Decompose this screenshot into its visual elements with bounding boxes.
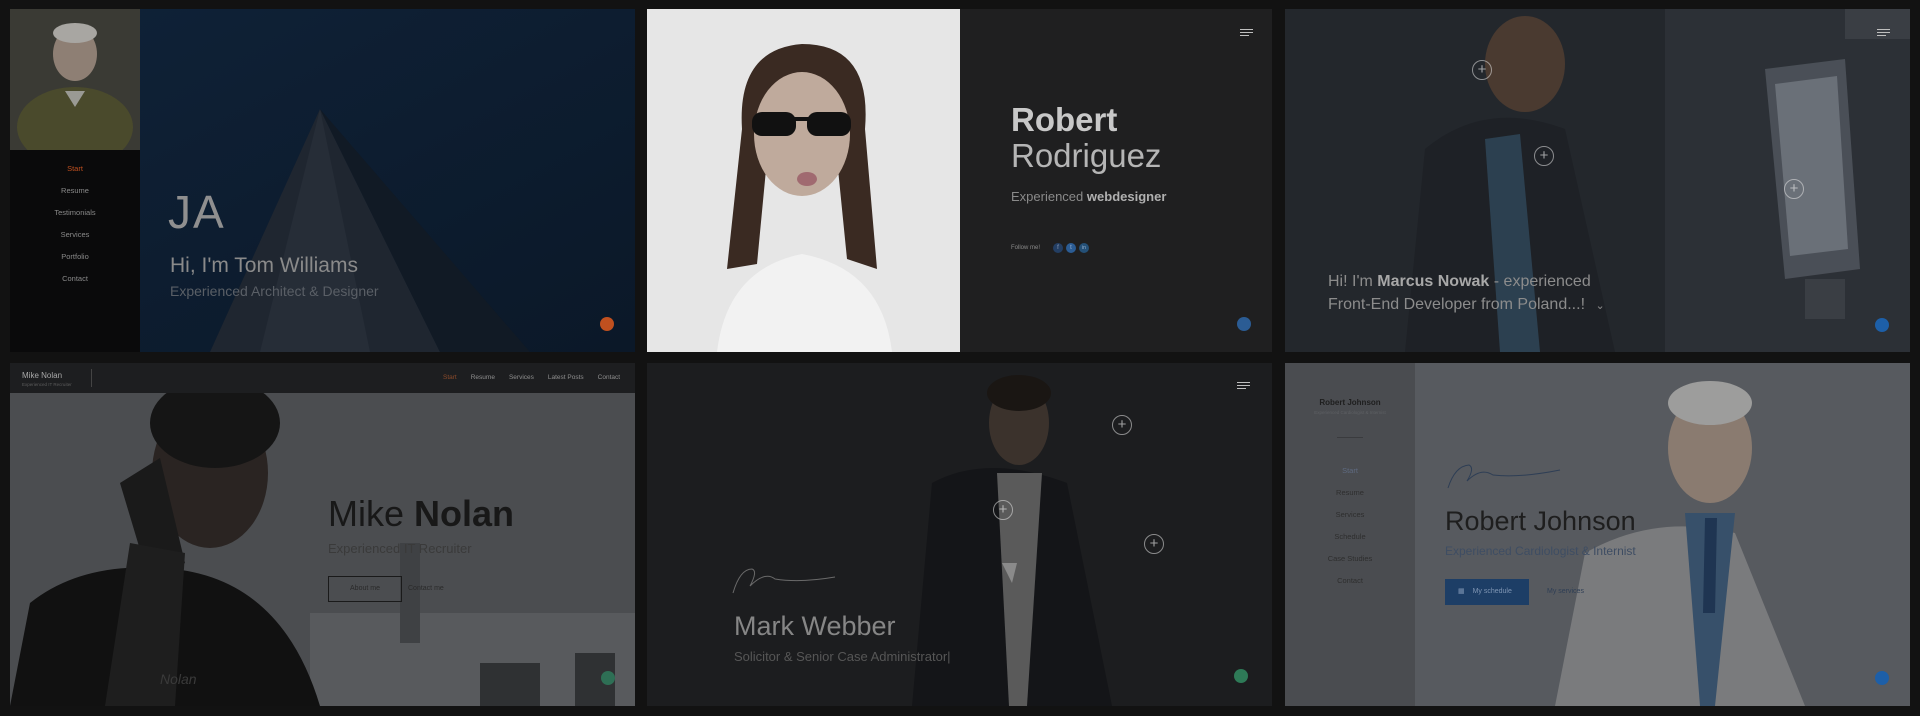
- my-services-link[interactable]: My services: [1547, 588, 1584, 595]
- about-me-button[interactable]: About me: [328, 576, 402, 602]
- nav-item-start[interactable]: Start: [10, 164, 140, 186]
- sidebar-name[interactable]: Robert Johnson: [1285, 398, 1415, 407]
- hotspot-plus-icon[interactable]: +: [1144, 534, 1164, 554]
- nav-item-contact[interactable]: Contact: [10, 274, 140, 296]
- chevron-down-icon[interactable]: ⌄: [1595, 300, 1604, 312]
- hero-line-2: Front-End Developer from Poland...! ⌄: [1328, 296, 1605, 314]
- nav-item-contact[interactable]: Contact: [1285, 576, 1415, 598]
- recruiter-background-photo: [10, 363, 635, 706]
- hero-last-name: Nolan: [414, 493, 515, 534]
- menu-icon[interactable]: [1240, 29, 1253, 38]
- follow-label: Follow me!: [1011, 245, 1041, 251]
- role-highlight: webdesigner: [1086, 189, 1167, 204]
- floating-action-button[interactable]: [1237, 317, 1251, 331]
- linkedin-icon[interactable]: in: [1079, 243, 1089, 253]
- signature-icon: [732, 568, 836, 594]
- floating-action-button[interactable]: [1875, 671, 1889, 685]
- nav-item-testimonials[interactable]: Testimonials: [10, 208, 140, 230]
- twitter-icon[interactable]: t: [1066, 243, 1076, 253]
- greeting-suffix: - experienced: [1493, 273, 1591, 290]
- hero-subtitle: Experienced Architect & Designer: [170, 283, 379, 299]
- hero-name: Marcus Nowak: [1377, 273, 1490, 290]
- nav-item-resume[interactable]: Resume: [1285, 488, 1415, 510]
- hero-subtitle: Solicitor & Senior Case Administrator|: [734, 649, 951, 664]
- nav-item-case-studies[interactable]: Case Studies: [1285, 554, 1415, 576]
- hotspot-plus-icon[interactable]: +: [1472, 60, 1492, 80]
- nav-item-schedule[interactable]: Schedule: [1285, 532, 1415, 554]
- nav-item-contact[interactable]: Contact: [598, 374, 620, 381]
- demo-tile-marcus-nowak[interactable]: + + + Hi! I'm Marcus Nowak - experienced…: [1285, 9, 1910, 352]
- nav-item-services[interactable]: Services: [1285, 510, 1415, 532]
- hotspot-plus-icon[interactable]: +: [1784, 179, 1804, 199]
- contact-me-link[interactable]: Contact me: [408, 585, 444, 592]
- hero-greeting: Hi, I'm Tom Williams: [170, 254, 358, 277]
- profile-photo: [647, 9, 960, 352]
- nav-item-start[interactable]: Start: [443, 374, 457, 381]
- demo-tile-robert-johnson[interactable]: Robert Johnson Experienced Cardiologist …: [1285, 363, 1910, 706]
- social-links: f t in: [1053, 243, 1089, 253]
- hero-name: Robert Johnson: [1445, 506, 1636, 536]
- hotspot-plus-icon[interactable]: +: [993, 500, 1013, 520]
- hotspot-plus-icon[interactable]: +: [1534, 146, 1554, 166]
- hero-title: Mike Nolan: [328, 493, 514, 535]
- demo-tile-robert-rodriguez[interactable]: Robert Rodriguez Experienced webdesigner…: [647, 9, 1272, 352]
- watermark: Nolan: [160, 671, 197, 687]
- hero-line-2-text: Front-End Developer from Poland...!: [1328, 296, 1586, 313]
- hero-name: Mark Webber: [734, 611, 896, 641]
- hero-last-name: Rodriguez: [1011, 137, 1162, 174]
- menu-icon[interactable]: [1237, 382, 1250, 391]
- sidebar-nav: Start Resume Services Schedule Case Stud…: [1285, 466, 1415, 598]
- calendar-icon: ▦: [1458, 588, 1465, 595]
- hero-subtitle: Experienced Cardiologist & Internist: [1445, 544, 1636, 558]
- greeting-prefix: Hi! I'm: [1328, 273, 1373, 290]
- divider: [1337, 437, 1363, 438]
- menu-icon[interactable]: [1877, 29, 1890, 38]
- nav-item-portfolio[interactable]: Portfolio: [10, 252, 140, 274]
- demo-tile-mark-webber[interactable]: + + + Mark Webber Solicitor & Senior Cas…: [647, 363, 1272, 706]
- profile-photo: [10, 9, 140, 150]
- sidebar-nav: Start Resume Testimonials Services Portf…: [10, 164, 140, 296]
- facebook-icon[interactable]: f: [1053, 243, 1063, 253]
- demo-tile-tom-williams[interactable]: Start Resume Testimonials Services Portf…: [10, 9, 635, 352]
- top-nav: Start Resume Services Latest Posts Conta…: [443, 374, 620, 381]
- demo-tile-mike-nolan[interactable]: Mike Nolan Experienced IT Recruiter Star…: [10, 363, 635, 706]
- nav-item-start[interactable]: Start: [1285, 466, 1415, 488]
- nav-item-resume[interactable]: Resume: [10, 186, 140, 208]
- logo: JA: [168, 186, 226, 238]
- role-prefix: Experienced: [1011, 189, 1084, 204]
- hero-first-name: Robert: [1011, 101, 1118, 138]
- floating-action-button[interactable]: [600, 317, 614, 331]
- hero-role: Experienced webdesigner: [1011, 189, 1166, 204]
- nav-item-services[interactable]: Services: [10, 230, 140, 252]
- hero-first-name: Mike: [328, 493, 405, 534]
- header-name[interactable]: Mike Nolan: [22, 371, 62, 380]
- nav-item-latest-posts[interactable]: Latest Posts: [548, 374, 584, 381]
- signature-icon: [1447, 464, 1561, 489]
- hero-subtitle: Experienced IT Recruiter: [328, 541, 472, 556]
- header-subtitle: Experienced IT Recruiter: [22, 382, 72, 387]
- my-schedule-label: My schedule: [1472, 588, 1512, 595]
- sidebar-subtitle: Experienced Cardiologist & Internist: [1314, 410, 1386, 415]
- my-schedule-button[interactable]: ▦ My schedule: [1445, 579, 1529, 605]
- floating-action-button[interactable]: [1875, 318, 1889, 332]
- nav-item-resume[interactable]: Resume: [471, 374, 495, 381]
- hotspot-plus-icon[interactable]: +: [1112, 415, 1132, 435]
- floating-action-button[interactable]: [1234, 669, 1248, 683]
- divider: [91, 369, 92, 387]
- hero-line-1: Hi! I'm Marcus Nowak - experienced: [1328, 273, 1591, 291]
- floating-action-button[interactable]: [601, 671, 615, 685]
- nav-item-services[interactable]: Services: [509, 374, 534, 381]
